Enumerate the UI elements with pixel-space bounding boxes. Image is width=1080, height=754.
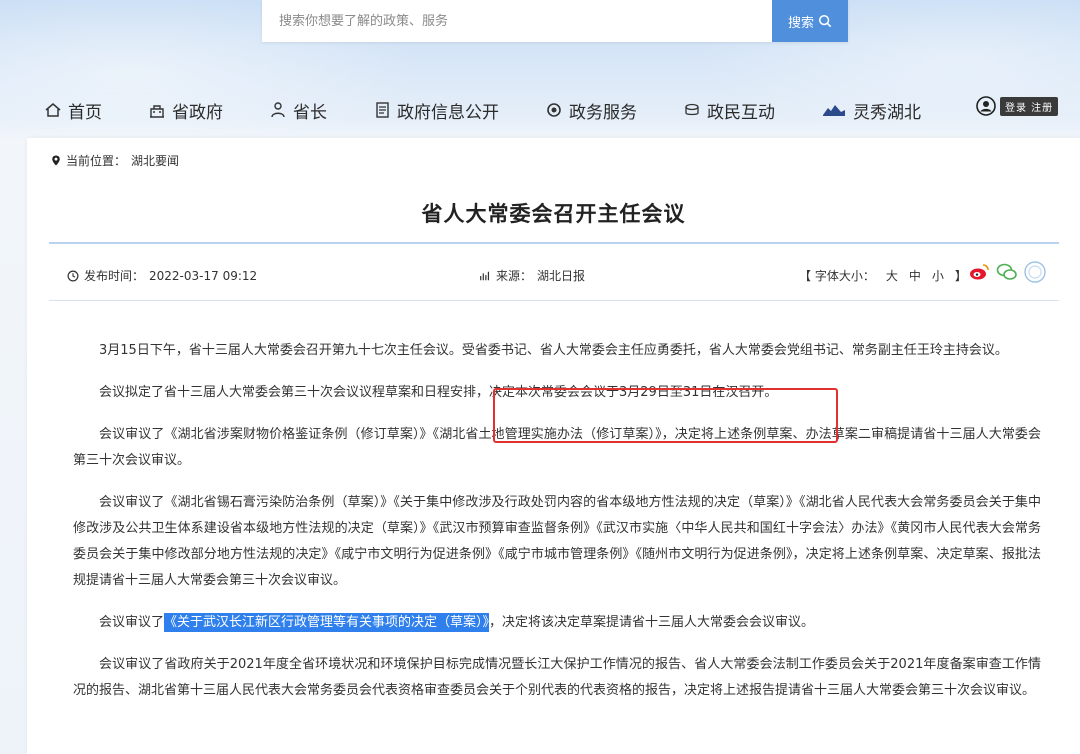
breadcrumb-current[interactable]: 湖北要闻 (131, 152, 179, 169)
user-login-area[interactable]: 登录 注册 (976, 96, 1059, 116)
article-paragraph: 会议审议了省政府关于2021年度全省环境状况和环境保护目标完成情况暨长江大保护工… (73, 657, 1041, 698)
nav-item-label: 政府信息公开 (397, 102, 499, 123)
user-avatar-icon (976, 96, 996, 116)
nav-item-label: 政民互动 (707, 102, 775, 123)
nav-item-label: 省长 (293, 102, 327, 123)
breadcrumb-prefix: 当前位置： (66, 154, 127, 168)
article-paragraph: 会议拟定了省十三届人大常委会第三十次会议议程草案和日程安排，决定本次常委会会议于… (99, 385, 778, 400)
meta-divider (49, 300, 1059, 301)
nav-item-label: 灵秀湖北 (853, 102, 921, 123)
service-icon (547, 103, 561, 117)
breadcrumb: 当前位置： 湖北要闻 (51, 152, 179, 169)
login-register-button[interactable]: 登录 注册 (1000, 96, 1059, 116)
search-input[interactable] (262, 0, 772, 42)
article-title: 省人大常委会召开主任会议 (421, 202, 686, 226)
search-button-label: 搜索 (787, 15, 814, 31)
publish-time: 发布时间： 2022-03-17 09:12 (67, 267, 257, 284)
nav-item-label: 省政府 (172, 102, 223, 123)
nav-item-label: 政务服务 (569, 102, 637, 123)
font-size-close: 】 (954, 269, 967, 283)
search-icon (818, 14, 832, 28)
source-value: 湖北日报 (537, 269, 586, 283)
paragraph-text: 会议审议了 (99, 615, 165, 630)
building-icon (150, 105, 164, 118)
font-size-medium[interactable]: 中 (909, 267, 921, 284)
article-paragraph: 会议审议了《湖北省锡石膏污染防治条例（草案）》《关于集中修改涉及行政处罚内容的省… (73, 495, 1041, 588)
nav-item-provincial-government[interactable]: 省政府 (148, 98, 223, 123)
highlighted-text[interactable]: 《关于武汉长江新区行政管理等有关事项的决定（草案）》 (164, 613, 490, 632)
article-source: 来源： 湖北日报 (479, 267, 585, 284)
article-panel: 当前位置： 湖北要闻 省人大常委会召开主任会议 发布时间： 2022-03-17… (27, 138, 1080, 754)
source-icon (480, 271, 490, 280)
nav-item-lingxiu-hubei[interactable]: 灵秀湖北 (821, 98, 921, 123)
qq-zone-icon[interactable] (1023, 260, 1047, 284)
article-paragraph: 会议审议了《关于武汉长江新区行政管理等有关事项的决定（草案）》，决定将该决定草案… (73, 610, 1041, 636)
nav-item-gov-info[interactable]: 政府信息公开 (373, 98, 499, 123)
location-pin-icon (52, 155, 60, 166)
share-buttons (967, 260, 1047, 284)
paragraph-text: ，决定将该决定草案提请省十三届人大常委会会议审议。 (489, 615, 815, 630)
home-icon (45, 103, 61, 117)
search-bar: 搜索 (262, 0, 848, 42)
publish-time-value: 2022-03-17 09:12 (149, 268, 258, 283)
nav-item-home[interactable]: 首页 (44, 98, 102, 123)
person-icon (271, 102, 285, 118)
article-paragraph: 3月15日下午，省十三届人大常委会召开第九十七次主任会议。受省委书记、省人大常委… (99, 343, 1008, 358)
wechat-icon[interactable] (995, 260, 1019, 284)
nav-item-label: 首页 (68, 102, 102, 123)
document-icon (376, 102, 389, 118)
publish-time-label: 发布时间： (84, 269, 145, 283)
nav-item-gov-services[interactable]: 政务服务 (545, 98, 637, 123)
clock-icon (67, 270, 79, 281)
main-nav: 首页 省政府 省长 政府信息公开 政务服务 政民互动 灵秀湖北 (44, 94, 921, 126)
weibo-icon[interactable] (967, 260, 991, 284)
nav-item-governor[interactable]: 省长 (269, 98, 327, 123)
font-size-small[interactable]: 小 (932, 267, 944, 284)
font-size-control: 【 字体大小： 大 中 小 】 (799, 267, 967, 284)
source-label: 来源： (496, 269, 533, 283)
landscape-icon (823, 105, 845, 116)
font-size-label: 【 字体大小： (799, 269, 875, 283)
title-divider (49, 242, 1059, 244)
article-paragraph: 会议审议了《湖北省涉案财物价格鉴证条例（修订草案）》《湖北省土地管理实施办法（修… (73, 427, 1041, 468)
font-size-large[interactable]: 大 (886, 267, 898, 284)
nav-item-interaction[interactable]: 政民互动 (683, 98, 775, 123)
search-button[interactable]: 搜索 (772, 0, 848, 42)
article-body: 3月15日下午，省十三届人大常委会召开第九十七次主任会议。受省委书记、省人大常委… (73, 338, 1041, 720)
chat-icon (685, 103, 699, 116)
